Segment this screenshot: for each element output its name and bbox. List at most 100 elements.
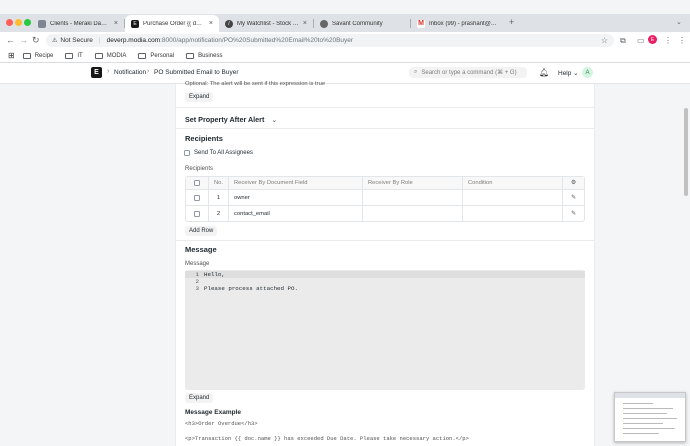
condition-cell[interactable] (462, 190, 562, 205)
search-placeholder: Search or type a command (⌘ + G) (421, 70, 517, 76)
search-icon: ⌕ (414, 69, 418, 75)
close-icon[interactable]: × (110, 20, 118, 27)
chevron-down-icon: ⌄ (271, 115, 278, 124)
expand-condition-button[interactable]: Expand (185, 92, 214, 102)
bookmark-folder-modia[interactable]: MODIA (94, 52, 126, 59)
address-bar[interactable]: ⚠ Not Secure | deverp.modia.com :8000/ap… (46, 34, 614, 47)
window-zoom-button[interactable] (24, 19, 31, 26)
recipients-table-label: Recipients (185, 166, 214, 172)
bookmark-folder-personal[interactable]: Personal (138, 52, 174, 59)
settings-gear-icon[interactable]: ⚙ (562, 177, 584, 189)
row-checkbox[interactable] (186, 190, 208, 205)
section-divider (175, 128, 595, 129)
breadcrumb-notification[interactable]: Notification (114, 69, 146, 76)
checkbox-label: Send To All Assignees (194, 150, 253, 156)
condition-help-text: Optional: The alert will be sent if this… (185, 81, 326, 87)
bell-icon[interactable]: 🔔︎ (539, 68, 549, 77)
browser-tab-gmail[interactable]: M Inbox (99) - prashant@modia (411, 15, 505, 32)
select-all-checkbox[interactable] (186, 177, 208, 189)
row-number: 1 (208, 190, 228, 205)
bookmark-star-icon[interactable]: ☆ (601, 36, 608, 45)
command-search-bar[interactable]: ⌕ Search or type a command (⌘ + G) (409, 67, 527, 78)
condition-cell[interactable] (462, 206, 562, 221)
screenshot-thumbnail-preview[interactable] (614, 392, 686, 442)
expand-message-button[interactable]: Expand (185, 393, 214, 403)
receiver-role-cell[interactable] (362, 206, 462, 221)
section-divider (175, 240, 595, 241)
tab-title: Purchase Order {{ doc.name }} (143, 20, 205, 27)
recipients-section-title: Recipients (185, 134, 223, 143)
editor-line: 2 (195, 278, 199, 285)
table-header-row: No. Receiver By Document Field Receiver … (186, 177, 584, 189)
user-avatar[interactable]: A (582, 67, 593, 78)
window-close-button[interactable] (6, 19, 13, 26)
apps-grid-icon[interactable]: ⊞ (8, 51, 15, 60)
receiver-role-cell[interactable] (362, 190, 462, 205)
close-icon[interactable]: × (299, 20, 307, 27)
edit-pencil-icon[interactable]: ✎ (562, 190, 584, 205)
column-header-field: Receiver By Document Field (228, 177, 362, 189)
tab-title: Clients - Meraki Dashboard (50, 20, 110, 27)
receiver-field-cell[interactable]: contact_email (228, 206, 362, 221)
add-row-button[interactable]: Add Row (185, 226, 218, 236)
chrome-menu-icon[interactable]: ⋮ (664, 36, 672, 45)
breadcrumb-document[interactable]: PO Submitted Email to Buyer (154, 69, 239, 76)
profile-avatar[interactable]: E (648, 35, 657, 44)
editor-line: 3 Please process attached PO. (195, 285, 298, 292)
checkbox[interactable] (184, 150, 190, 156)
browser-tab-watchlist[interactable]: / My Watchlist - Stock Portfolio × (219, 15, 313, 32)
scrollbar-thumb[interactable] (684, 108, 688, 196)
receiver-field-cell[interactable]: owner (228, 190, 362, 205)
chevron-right-icon: › (107, 68, 110, 75)
message-example-line: <h3>Order Overdue</h3> (185, 420, 258, 427)
app-logo[interactable]: E (91, 67, 102, 78)
column-header-condition: Condition (462, 177, 562, 189)
bookmark-folder-business[interactable]: Business (186, 52, 222, 59)
url-host: deverp.modia.com (106, 37, 161, 44)
folder-icon (186, 52, 195, 59)
bookmark-folder-it[interactable]: IT (65, 52, 83, 59)
browser-tab-savant[interactable]: Savant Community (314, 15, 410, 32)
message-code-editor[interactable]: 1 Hello, 2 3 Please process attached PO. (185, 270, 585, 390)
extensions-icon[interactable]: ⧉ (620, 36, 626, 46)
chrome-menu-dots-icon[interactable]: ⋮ (678, 36, 686, 45)
message-example-title: Message Example (185, 409, 242, 416)
warning-icon: ⚠ (52, 38, 58, 44)
bookmark-folder-recipe[interactable]: Recipe (22, 52, 53, 59)
tab-search-icon[interactable]: ⌄ (676, 18, 682, 26)
row-checkbox[interactable] (186, 206, 208, 221)
section-divider (175, 107, 595, 108)
tab-title: Inbox (99) - prashant@modia (429, 20, 499, 27)
table-row[interactable]: 1 owner ✎ (186, 189, 584, 205)
message-field-label: Message (185, 261, 210, 267)
security-label: Not Secure (60, 37, 93, 44)
bookmarks-bar: ⊞ Recipe IT MODIA Personal Business (0, 49, 690, 63)
chevron-right-icon: › (147, 68, 150, 75)
form-card (175, 84, 595, 446)
new-tab-button[interactable]: + (509, 17, 514, 27)
help-menu[interactable]: Help ⌄ (558, 69, 579, 77)
edit-pencil-icon[interactable]: ✎ (562, 206, 584, 221)
savant-favicon-icon (320, 19, 328, 28)
browser-tab-meraki[interactable]: Clients - Meraki Dashboard × (32, 15, 124, 32)
set-property-section-header[interactable]: Set Property After Alert ⌄ (185, 115, 277, 124)
reload-icon[interactable]: ↻ (32, 35, 40, 46)
security-indicator[interactable]: ⚠ Not Secure (52, 37, 93, 44)
tab-title: My Watchlist - Stock Portfolio (237, 20, 299, 27)
browser-tab-purchase-order[interactable]: E Purchase Order {{ doc.name }} × (125, 15, 219, 32)
column-header-role: Receiver By Role (362, 177, 462, 189)
forward-arrow-icon[interactable]: → (19, 35, 28, 45)
window-minimize-button[interactable] (15, 19, 22, 26)
send-to-all-assignees-checkbox[interactable]: Send To All Assignees (184, 150, 253, 156)
folder-icon (138, 52, 147, 59)
gmail-favicon-icon: M (417, 19, 425, 28)
message-section-title: Message (185, 245, 217, 254)
erpnext-favicon-icon: E (131, 19, 139, 28)
stock-favicon-icon: / (225, 19, 233, 28)
row-number: 2 (208, 206, 228, 221)
back-arrow-icon[interactable]: ← (6, 35, 15, 45)
table-row[interactable]: 2 contact_email ✎ (186, 205, 584, 221)
sidebar-icon[interactable]: ▭ (637, 36, 645, 45)
close-icon[interactable]: × (205, 20, 213, 27)
folder-icon (65, 52, 74, 59)
